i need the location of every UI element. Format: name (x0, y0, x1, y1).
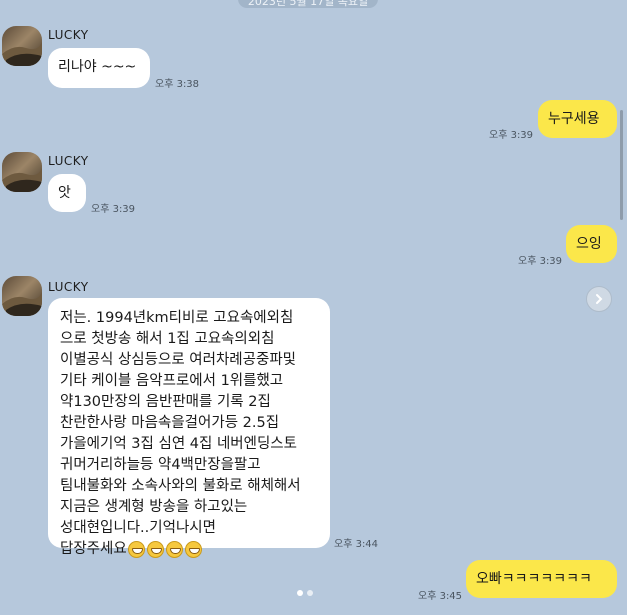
date-divider: 2023년 5월 17일 목요일 (238, 0, 378, 8)
message-time: 오후 3:39 (91, 204, 136, 215)
message-time: 오후 3:45 (418, 591, 463, 602)
scrollbar[interactable] (620, 110, 623, 220)
page-indicator (297, 590, 313, 596)
emoji-group (127, 540, 202, 558)
message-text: 앗 (58, 185, 71, 201)
message-bubble[interactable]: 오빠ㅋㅋㅋㅋㅋㅋㅋ (466, 560, 617, 598)
grinning-face-icon (146, 540, 164, 558)
message-text: 누구세용 (548, 111, 600, 127)
message-bubble[interactable]: 저는. 1994년km티비로 고요속에외침 으로 첫방송 해서 1집 고요속의외… (48, 298, 330, 558)
chevron-right-icon (593, 290, 605, 309)
scroll-arrow-button[interactable] (586, 286, 612, 312)
page-dot (297, 590, 303, 596)
page-dot (307, 590, 313, 596)
message-text: 으잉 (576, 236, 602, 252)
sender-name: LUCKY (48, 280, 89, 294)
message-time: 오후 3:39 (489, 130, 534, 141)
message-bubble[interactable]: 앗 (48, 174, 86, 212)
sender-name: LUCKY (48, 154, 89, 168)
message-text: 오빠ㅋㅋㅋㅋㅋㅋㅋ (476, 571, 592, 587)
message-time: 오후 3:38 (155, 79, 200, 90)
grinning-face-icon (184, 540, 202, 558)
message-text: 리나야 ~~~ (58, 59, 137, 75)
grinning-face-icon (127, 540, 145, 558)
avatar[interactable] (2, 26, 42, 66)
avatar[interactable] (2, 276, 42, 316)
message-time: 오후 3:44 (334, 539, 379, 550)
message-bubble[interactable]: 으잉 (566, 225, 617, 263)
sender-name: LUCKY (48, 28, 89, 42)
grinning-face-icon (165, 540, 183, 558)
message-bubble[interactable]: 리나야 ~~~ (48, 48, 150, 88)
message-time: 오후 3:39 (518, 256, 563, 267)
avatar[interactable] (2, 152, 42, 192)
message-bubble[interactable]: 누구세용 (538, 100, 617, 138)
message-text: 저는. 1994년km티비로 고요속에외침 으로 첫방송 해서 1집 고요속의외… (60, 310, 301, 557)
